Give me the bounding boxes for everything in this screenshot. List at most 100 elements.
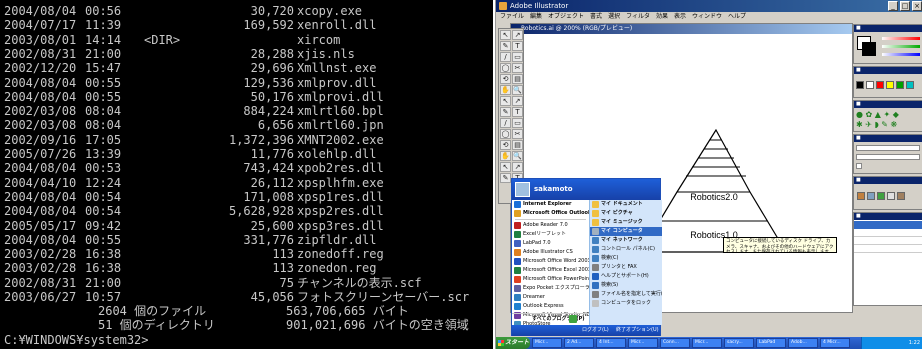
taskbar-button[interactable]: Micr... [532, 338, 562, 348]
start-menu-item[interactable]: LabPad 7.0 [512, 239, 589, 248]
red-slider[interactable] [882, 37, 920, 40]
all-programs-button[interactable]: すべてのプログラム(P) [512, 313, 589, 323]
color-swatch[interactable] [896, 81, 904, 89]
start-menu-item[interactable]: Adobe Illustrator CS [512, 248, 589, 257]
tool-button[interactable]: T [512, 107, 523, 117]
tool-button[interactable]: ✋ [500, 151, 511, 161]
tool-button[interactable]: ◯ [500, 129, 511, 139]
tool-button[interactable]: ▤ [512, 140, 523, 150]
menu-item[interactable]: ヘルプ [728, 13, 746, 20]
color-swatch[interactable] [906, 81, 914, 89]
color-swatch[interactable] [876, 81, 884, 89]
menu-item[interactable]: 効果 [656, 13, 668, 20]
start-menu-item[interactable]: マイ ネットワーク [590, 236, 662, 245]
illustrator-window[interactable]: Adobe Illustrator _ □ × ファイル 編集 オブジェクト 書式 選択… [496, 0, 922, 337]
stroke-weight-field[interactable] [856, 145, 920, 151]
taskbar-button[interactable]: LabPad [756, 338, 786, 348]
start-menu-item[interactable]: コントロール パネル(C) [590, 245, 662, 254]
start-menu-item[interactable]: 検索(C) [590, 254, 662, 263]
menu-item[interactable]: ウィンドウ [692, 13, 722, 20]
close-button[interactable]: × [912, 1, 922, 11]
start-menu-item[interactable]: Internet Explorer [512, 200, 589, 209]
tool-button[interactable]: ↗ [512, 162, 523, 172]
menu-item[interactable]: フィルタ [626, 13, 650, 20]
color-palette[interactable]: ■ [853, 24, 922, 64]
tool-button[interactable]: ◯ [500, 63, 511, 73]
stroke-color-icon[interactable] [862, 42, 876, 56]
tool-button[interactable]: 🔍 [512, 85, 523, 95]
tool-button[interactable]: T [512, 41, 523, 51]
start-menu-item[interactable]: Outlook Express [512, 302, 589, 311]
start-menu-item[interactable]: Microsoft Office Excel 2003 [512, 266, 589, 275]
tool-button[interactable]: ↖ [500, 96, 511, 106]
taskbar-button[interactable]: Conn... [660, 338, 690, 348]
menu-item[interactable]: 書式 [590, 13, 602, 20]
start-menu-item[interactable]: Expo Pocket エクスプローラ [512, 284, 589, 293]
start-menu-item[interactable]: Adobe Reader 7.0 [512, 221, 589, 230]
start-menu-item[interactable]: 検索(S) [590, 281, 662, 290]
illustrator-title-bar[interactable]: Adobe Illustrator _ □ × [496, 0, 922, 12]
layer-row[interactable] [854, 245, 922, 253]
start-menu-item[interactable]: マイ ミュージック [590, 218, 662, 227]
graphic-styles-palette[interactable]: ■ [853, 176, 922, 210]
tool-button[interactable]: ▭ [512, 52, 523, 62]
start-menu-item[interactable]: Microsoft Office Outlook [512, 209, 589, 218]
tool-button[interactable]: ↗ [512, 30, 523, 40]
start-menu[interactable]: sakamoto Internet Explorer Microsoft Offi… [511, 178, 662, 336]
color-swatch[interactable] [866, 81, 874, 89]
tool-button[interactable]: / [500, 52, 511, 62]
start-menu-item[interactable]: Dreamer [512, 293, 589, 302]
command-prompt-window[interactable]: 2004/08/04 00:56 30,720 xcopy.exe 2004/07/17… [0, 0, 493, 349]
symbols-grid[interactable]: ● ✿ ▲ ✦ ◆ ✱ ✈ ◗ ✎ ❋ [854, 108, 922, 132]
blue-slider[interactable] [882, 53, 920, 56]
menu-item[interactable]: 選択 [608, 13, 620, 20]
tool-button[interactable]: ✋ [500, 85, 511, 95]
layers-palette[interactable]: ■ [853, 212, 922, 306]
menu-item[interactable]: 編集 [530, 13, 542, 20]
start-menu-item[interactable]: Excelリーフレット [512, 230, 589, 239]
start-menu-item[interactable]: ヘルプとサポート(H) [590, 272, 662, 281]
command-prompt-line[interactable]: C:¥WINDOWS¥system32> [4, 333, 149, 347]
maximize-button[interactable]: □ [900, 1, 910, 11]
taskbar-button[interactable]: Micr... [692, 338, 722, 348]
tool-button[interactable]: ⟲ [500, 74, 511, 84]
color-swatch[interactable] [856, 81, 864, 89]
taskbar-button[interactable]: sacry... [724, 338, 754, 348]
start-menu-item[interactable]: ファイル名を指定して実行(R)... [590, 290, 662, 299]
symbols-palette[interactable]: ■ ● ✿ ▲ ✦ ◆ ✱ ✈ ◗ ✎ ❋ [853, 100, 922, 132]
taskbar-button[interactable]: Adob... [788, 338, 818, 348]
tool-button[interactable]: ↗ [512, 96, 523, 106]
start-menu-item[interactable]: Microsoft Office PowerPoint 2003 [512, 275, 589, 284]
tool-button[interactable]: ✎ [500, 107, 511, 117]
logoff-button[interactable]: ログオフ(L) [582, 325, 609, 336]
taskbar-button[interactable]: Micr... [628, 338, 658, 348]
start-menu-item[interactable]: プリンタと FAX [590, 263, 662, 272]
taskbar-button[interactable]: 2 Ad... [564, 338, 594, 348]
tool-button[interactable]: ✎ [500, 41, 511, 51]
tool-button[interactable]: ▤ [512, 74, 523, 84]
start-button[interactable]: スタート [496, 337, 530, 349]
tool-button[interactable]: / [500, 118, 511, 128]
tool-button[interactable]: ✂ [512, 129, 523, 139]
start-menu-item[interactable]: Microsoft Office Word 2003 [512, 257, 589, 266]
tool-button[interactable]: 🔍 [512, 151, 523, 161]
tool-button[interactable]: ↖ [500, 30, 511, 40]
green-slider[interactable] [882, 45, 920, 48]
tool-button[interactable]: ↖ [500, 162, 511, 172]
start-menu-item[interactable]: マイ ピクチャ [590, 209, 662, 218]
layer-row[interactable] [854, 229, 922, 237]
tool-button[interactable]: ▭ [512, 118, 523, 128]
color-swatch[interactable] [886, 81, 894, 89]
menu-item[interactable]: 表示 [674, 13, 686, 20]
shutdown-button[interactable]: 終了オプション(U) [616, 325, 659, 336]
tool-button[interactable]: ⟲ [500, 140, 511, 150]
tool-button[interactable]: ✎ [500, 173, 511, 183]
layer-row[interactable] [854, 237, 922, 245]
layer-row-selected[interactable] [854, 221, 922, 229]
swatches-palette[interactable]: ■ [853, 66, 922, 108]
taskbar-button[interactable]: 4 Int... [596, 338, 626, 348]
menu-item[interactable]: ファイル [500, 13, 524, 20]
start-menu-item[interactable]: コンピュータをロック [590, 299, 662, 308]
graphic-style-grid[interactable] [854, 184, 922, 207]
stroke-palette[interactable]: ■ [853, 134, 922, 174]
